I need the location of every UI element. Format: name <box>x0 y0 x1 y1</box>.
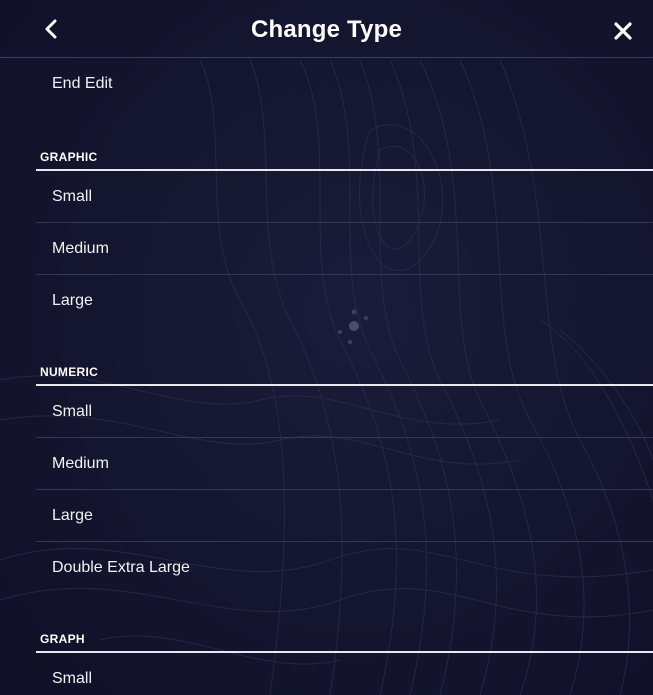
menu-item-label: End Edit <box>52 75 113 92</box>
change-type-screen: Change Type End Edit GRAPHIC Small Mediu… <box>0 0 653 695</box>
header-bar: Change Type <box>0 0 653 58</box>
numeric-item-small[interactable]: Small <box>36 386 653 438</box>
menu-item-end-edit[interactable]: End Edit <box>36 58 653 110</box>
numeric-item-large[interactable]: Large <box>36 490 653 542</box>
menu-item-label: Small <box>52 670 93 687</box>
graphic-item-medium[interactable]: Medium <box>36 223 653 275</box>
numeric-item-double-extra-large[interactable]: Double Extra Large <box>36 542 653 594</box>
section-header-numeric: NUMERIC <box>40 365 99 379</box>
numeric-item-medium[interactable]: Medium <box>36 438 653 490</box>
spinner-icon <box>338 309 368 344</box>
page-title-text: Change Type <box>250 16 403 43</box>
menu-item-label: Medium <box>52 240 109 257</box>
menu-item-label: Small <box>52 188 93 205</box>
close-icon <box>614 22 632 40</box>
section-header-graphic: GRAPHIC <box>40 150 98 164</box>
menu-item-label: Large <box>52 507 93 524</box>
menu-item-label: Double Extra Large <box>52 559 190 576</box>
section-header-graph: GRAPH <box>40 632 85 646</box>
menu-item-label: Small <box>52 403 93 420</box>
graphic-item-small[interactable]: Small <box>36 171 653 223</box>
back-button[interactable] <box>36 14 66 44</box>
graph-item-small[interactable]: Small <box>36 653 653 695</box>
page-title: Change Type <box>0 0 653 58</box>
chevron-left-icon <box>45 19 57 39</box>
close-button[interactable] <box>606 14 640 48</box>
menu-item-label: Medium <box>52 455 109 472</box>
menu-item-label: Large <box>52 292 93 309</box>
